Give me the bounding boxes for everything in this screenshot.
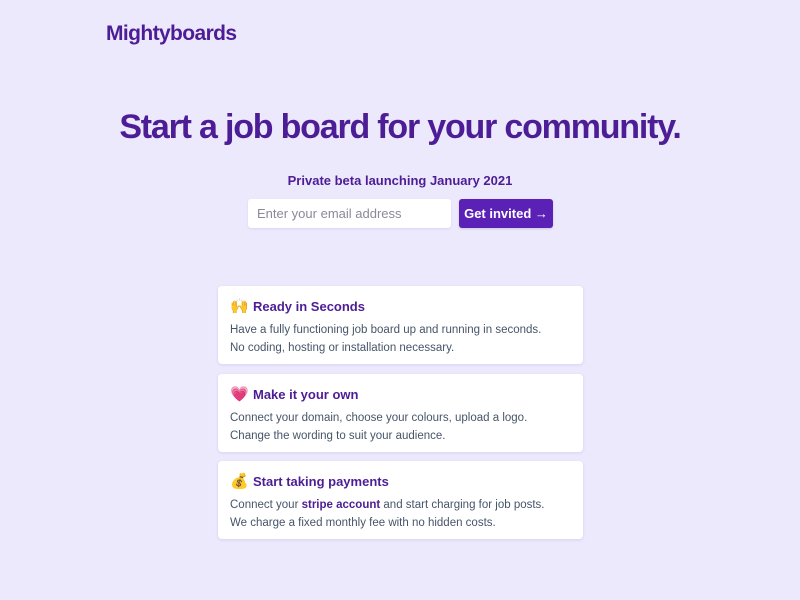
beta-announcement: Private beta launching January 2021 (287, 173, 513, 188)
heart-icon: 💗 (230, 385, 249, 403)
text-fragment: and start charging for job posts. (380, 499, 545, 511)
feature-card-payments: 💰 Start taking payments Connect your str… (218, 461, 583, 539)
feature-description-line: We charge a fixed monthly fee with no hi… (230, 517, 496, 529)
feature-description-line: Have a fully functioning job board up an… (230, 324, 542, 336)
email-input[interactable] (248, 199, 451, 228)
feature-card-customize: 💗 Make it your own Connect your domain, … (218, 374, 583, 452)
stripe-account-link[interactable]: stripe account (302, 499, 381, 511)
feature-title: Make it your own (253, 386, 359, 402)
signup-form: Get invited → (248, 199, 553, 228)
feature-description-line: Connect your stripe account and start ch… (230, 496, 571, 514)
logo[interactable]: Mightyboards (106, 22, 237, 46)
money-bag-icon: 💰 (230, 472, 249, 490)
feature-title: Ready in Seconds (253, 298, 365, 314)
raised-hands-icon: 🙌 (230, 297, 249, 315)
text-fragment: Connect your (230, 499, 302, 511)
feature-description-line: Connect your domain, choose your colours… (230, 412, 528, 424)
get-invited-button[interactable]: Get invited → (459, 199, 553, 228)
feature-description-line: No coding, hosting or installation neces… (230, 342, 455, 354)
feature-title: Start taking payments (253, 473, 389, 489)
page-title: Start a job board for your community. (119, 108, 682, 146)
feature-card-ready: 🙌 Ready in Seconds Have a fully function… (218, 286, 583, 364)
feature-description-line: Change the wording to suit your audience… (230, 430, 446, 442)
